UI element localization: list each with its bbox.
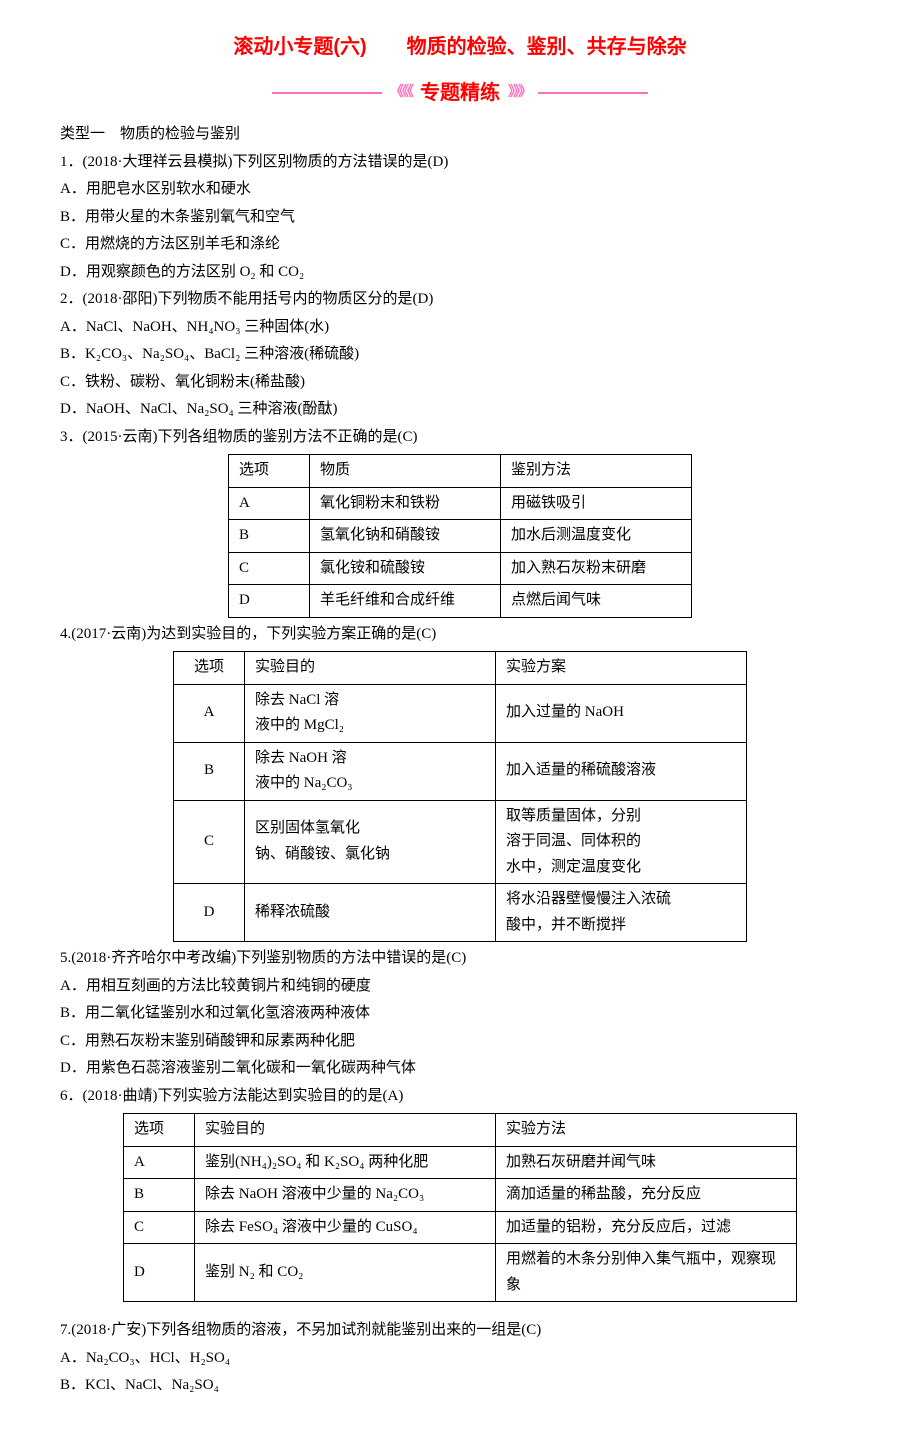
q4-h2: 实验方案 xyxy=(496,652,747,685)
q2-stem: 2．(2018·邵阳)下列物质不能用括号内的物质区分的是(D) xyxy=(60,287,860,313)
cell: 除去 NaCl 溶液中的 MgCl₂ xyxy=(245,684,496,742)
table-row: C除去 FeSO₄ 溶液中少量的 CuSO₄加适量的铝粉，充分反应后，过滤 xyxy=(124,1211,797,1244)
table-row: A鉴别(NH₄)₂SO₄ 和 K₂SO₄ 两种化肥加熟石灰研磨并闻气味 xyxy=(124,1146,797,1179)
cell: 滴加适量的稀盐酸，充分反应 xyxy=(496,1179,797,1212)
banner-line-left xyxy=(272,92,382,94)
cell: 鉴别(NH₄)₂SO₄ 和 K₂SO₄ 两种化肥 xyxy=(195,1146,496,1179)
q3-stem: 3．(2015·云南)下列各组物质的鉴别方法不正确的是(C) xyxy=(60,425,860,451)
cell: 用燃着的木条分别伸入集气瓶中，观察现象 xyxy=(496,1244,797,1302)
cell: 稀释浓硫酸 xyxy=(245,884,496,942)
table-row: 选项 物质 鉴别方法 xyxy=(229,455,692,488)
q1-opt-a: A．用肥皂水区别软水和硬水 xyxy=(60,177,860,203)
q5-stem: 5.(2018·齐齐哈尔中考改编)下列鉴别物质的方法中错误的是(C) xyxy=(60,946,860,972)
cell: 氧化铜粉末和铁粉 xyxy=(310,487,501,520)
q7-stem: 7.(2018·广安)下列各组物质的溶液，不另加试剂就能鉴别出来的一组是(C) xyxy=(60,1318,860,1344)
table-row: D稀释浓硫酸将水沿器壁慢慢注入浓硫酸中，并不断搅拌 xyxy=(174,884,747,942)
cell: 加适量的铝粉，充分反应后，过滤 xyxy=(496,1211,797,1244)
cell: 除去 NaOH 溶液中少量的 Na₂CO₃ xyxy=(195,1179,496,1212)
banner-label: 专题精练 xyxy=(420,76,500,110)
cell: B xyxy=(229,520,310,553)
q3-table: 选项 物质 鉴别方法 A氧化铜粉末和铁粉用磁铁吸引 B氢氧化钠和硝酸铵加水后测温… xyxy=(228,454,692,618)
cell: 加入过量的 NaOH xyxy=(496,684,747,742)
cell: D xyxy=(124,1244,195,1302)
q4-table: 选项 实验目的 实验方案 A除去 NaCl 溶液中的 MgCl₂加入过量的 Na… xyxy=(173,651,747,942)
q4-h1: 实验目的 xyxy=(245,652,496,685)
cell: 将水沿器壁慢慢注入浓硫酸中，并不断搅拌 xyxy=(496,884,747,942)
table-row: A除去 NaCl 溶液中的 MgCl₂加入过量的 NaOH xyxy=(174,684,747,742)
q2-opt-a: A．NaCl、NaOH、NH₄NO₃ 三种固体(水) xyxy=(60,315,860,341)
cell: B xyxy=(174,742,245,800)
q2-opt-c: C．铁粉、碳粉、氧化铜粉末(稀盐酸) xyxy=(60,370,860,396)
table-row: D羊毛纤维和合成纤维点燃后闻气味 xyxy=(229,585,692,618)
page-title: 滚动小专题(六) 物质的检验、鉴别、共存与除杂 xyxy=(60,30,860,64)
section-banner: 《《《 专题精练 》》》 xyxy=(60,76,860,110)
q1-opt-b: B．用带火星的木条鉴别氧气和空气 xyxy=(60,205,860,231)
banner-arrows-right: 》》》 xyxy=(508,81,530,105)
cell: A xyxy=(229,487,310,520)
cell: D xyxy=(229,585,310,618)
cell: 氯化铵和硫酸铵 xyxy=(310,552,501,585)
cell: A xyxy=(174,684,245,742)
q3-h0: 选项 xyxy=(229,455,310,488)
q3-h1: 物质 xyxy=(310,455,501,488)
q6-table: 选项 实验目的 实验方法 A鉴别(NH₄)₂SO₄ 和 K₂SO₄ 两种化肥加熟… xyxy=(123,1113,797,1302)
q7-opt-b: B．KCl、NaCl、Na₂SO₄ xyxy=(60,1373,860,1399)
table-row: C区别固体氢氧化钠、硝酸铵、氯化钠取等质量固体，分别溶于同温、同体积的水中，测定… xyxy=(174,800,747,884)
table-row: B除去 NaOH 溶液中少量的 Na₂CO₃滴加适量的稀盐酸，充分反应 xyxy=(124,1179,797,1212)
banner-line-right xyxy=(538,92,648,94)
cell: 用磁铁吸引 xyxy=(501,487,692,520)
table-row: 选项 实验目的 实验方法 xyxy=(124,1114,797,1147)
table-row: B除去 NaOH 溶液中的 Na₂CO₃加入适量的稀硫酸溶液 xyxy=(174,742,747,800)
cell: 点燃后闻气味 xyxy=(501,585,692,618)
q1-opt-d: D．用观察颜色的方法区别 O₂ 和 CO₂ xyxy=(60,260,860,286)
cell: 鉴别 N₂ 和 CO₂ xyxy=(195,1244,496,1302)
q4-stem: 4.(2017·云南)为达到实验目的，下列实验方案正确的是(C) xyxy=(60,622,860,648)
cell: C xyxy=(124,1211,195,1244)
cell: C xyxy=(174,800,245,884)
q5-opt-d: D．用紫色石蕊溶液鉴别二氧化碳和一氧化碳两种气体 xyxy=(60,1056,860,1082)
q1-opt-c: C．用燃烧的方法区别羊毛和涤纶 xyxy=(60,232,860,258)
table-row: C氯化铵和硫酸铵加入熟石灰粉末研磨 xyxy=(229,552,692,585)
cell: 区别固体氢氧化钠、硝酸铵、氯化钠 xyxy=(245,800,496,884)
q6-h0: 选项 xyxy=(124,1114,195,1147)
cell: 取等质量固体，分别溶于同温、同体积的水中，测定温度变化 xyxy=(496,800,747,884)
q5-opt-b: B．用二氧化锰鉴别水和过氧化氢溶液两种液体 xyxy=(60,1001,860,1027)
cell: 除去 FeSO₄ 溶液中少量的 CuSO₄ xyxy=(195,1211,496,1244)
cell: D xyxy=(174,884,245,942)
q4-h0: 选项 xyxy=(174,652,245,685)
cell: 除去 NaOH 溶液中的 Na₂CO₃ xyxy=(245,742,496,800)
cell: 加水后测温度变化 xyxy=(501,520,692,553)
cell: C xyxy=(229,552,310,585)
q2-opt-d: D．NaOH、NaCl、Na₂SO₄ 三种溶液(酚酞) xyxy=(60,397,860,423)
q7-opt-a: A．Na₂CO₃、HCl、H₂SO₄ xyxy=(60,1346,860,1372)
q1-stem: 1．(2018·大理祥云县模拟)下列区别物质的方法错误的是(D) xyxy=(60,150,860,176)
banner-arrows-left: 《《《 xyxy=(390,81,412,105)
q6-h1: 实验目的 xyxy=(195,1114,496,1147)
table-row: 选项 实验目的 实验方案 xyxy=(174,652,747,685)
q6-h2: 实验方法 xyxy=(496,1114,797,1147)
table-row: B氢氧化钠和硝酸铵加水后测温度变化 xyxy=(229,520,692,553)
table-row: D鉴别 N₂ 和 CO₂用燃着的木条分别伸入集气瓶中，观察现象 xyxy=(124,1244,797,1302)
cell: 氢氧化钠和硝酸铵 xyxy=(310,520,501,553)
q5-opt-a: A．用相互刻画的方法比较黄铜片和纯铜的硬度 xyxy=(60,974,860,1000)
table-row: A氧化铜粉末和铁粉用磁铁吸引 xyxy=(229,487,692,520)
cell: 加入适量的稀硫酸溶液 xyxy=(496,742,747,800)
cell: 羊毛纤维和合成纤维 xyxy=(310,585,501,618)
q3-h2: 鉴别方法 xyxy=(501,455,692,488)
q5-opt-c: C．用熟石灰粉末鉴别硝酸钾和尿素两种化肥 xyxy=(60,1029,860,1055)
q2-opt-b: B．K₂CO₃、Na₂SO₄、BaCl₂ 三种溶液(稀硫酸) xyxy=(60,342,860,368)
cell: B xyxy=(124,1179,195,1212)
category-heading: 类型一 物质的检验与鉴别 xyxy=(60,122,860,148)
cell: 加入熟石灰粉末研磨 xyxy=(501,552,692,585)
q6-stem: 6．(2018·曲靖)下列实验方法能达到实验目的的是(A) xyxy=(60,1084,860,1110)
cell: A xyxy=(124,1146,195,1179)
cell: 加熟石灰研磨并闻气味 xyxy=(496,1146,797,1179)
